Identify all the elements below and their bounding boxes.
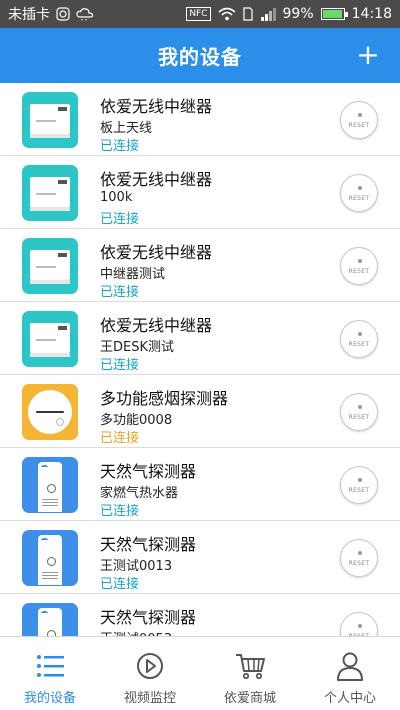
device-row[interactable]: 多功能感烟探测器 多功能0008 已连接 RESET [0,375,400,448]
device-name: 天然气探测器 [100,462,197,481]
device-alias: 多功能0008 [100,413,173,428]
device-alias: 王测试0013 [100,559,173,574]
device-name: 天然气探测器 [100,535,197,554]
nav-item-3[interactable]: 个人中心 [300,637,400,710]
person-icon [334,651,366,681]
status-bar: 未插卡 NFC 99% 14:18 [0,0,400,28]
sync-icon [56,7,70,21]
nav-item-1[interactable]: 视频监控 [100,637,200,710]
title-bar: 我的设备 + [0,28,400,83]
nav-label: 我的设备 [23,691,76,706]
reset-label: RESET [348,560,370,567]
gas-detector-icon [22,457,78,513]
clock: 14:18 [351,6,392,22]
reset-button[interactable]: RESET [340,466,378,504]
reset-button[interactable]: RESET [340,612,378,636]
device-name: 依爱无线中继器 [100,316,213,335]
signal-icon [260,8,276,21]
reset-button[interactable]: RESET [340,539,378,577]
device-status: 已连接 [100,577,140,592]
add-device-button[interactable]: + [354,39,382,71]
device-status: 已连接 [100,504,140,519]
device-alias: 王测试0053 [100,628,172,636]
device-list-icon [34,651,66,681]
reset-dot-icon [358,624,362,628]
reset-label: RESET [348,268,370,275]
device-name: 依爱无线中继器 [100,243,213,262]
device-alias: 王DESK测试 [100,340,175,355]
reset-dot-icon [358,551,362,555]
repeater-icon [22,165,78,221]
battery-percent: 99% [282,6,314,22]
reset-dot-icon [358,186,362,190]
device-status: 已连接 [100,431,140,446]
reset-dot-icon [358,113,362,117]
device-name: 依爱无线中继器 [100,170,213,189]
reset-dot-icon [358,405,362,409]
device-row[interactable]: 天然气探测器 王测试0013 已连接 RESET [0,521,400,594]
sim-icon [242,7,253,21]
reset-button[interactable]: RESET [340,320,378,358]
device-alias: 板上天线 [100,121,153,136]
device-alias: 家燃气热水器 [100,486,179,501]
device-status: 已连接 [100,139,140,154]
cart-icon [234,651,266,681]
nav-label: 依爱商城 [223,691,276,706]
device-row[interactable]: 依爱无线中继器 王DESK测试 已连接 RESET [0,302,400,375]
repeater-icon [22,311,78,367]
reset-dot-icon [358,332,362,336]
reset-button[interactable]: RESET [340,101,378,139]
gas-detector-icon [22,530,78,586]
nfc-icon: NFC [186,7,211,21]
device-name: 天然气探测器 [100,608,197,627]
reset-label: RESET [348,341,370,348]
app-root: 未插卡 NFC 99% 14:18 我的设备 + 依爱无线中继器 板上天线 已连… [0,0,400,710]
repeater-icon [22,238,78,294]
nav-item-0[interactable]: 我的设备 [0,637,100,710]
device-alias: 中继器测试 [100,267,166,282]
gas-detector-icon [22,603,78,636]
device-name: 依爱无线中继器 [100,97,213,116]
device-row[interactable]: 依爱无线中继器 100k 已连接 RESET [0,156,400,229]
reset-label: RESET [348,487,370,494]
reset-button[interactable]: RESET [340,247,378,285]
smoke-detector-icon [22,384,78,440]
device-name: 多功能感烟探测器 [100,389,229,408]
device-row[interactable]: 天然气探测器 王测试0053 RESET [0,594,400,636]
device-status: 已连接 [100,212,140,227]
cloud-icon [76,8,94,21]
reset-label: RESET [348,414,370,421]
reset-dot-icon [358,259,362,263]
page-title: 我的设备 [158,45,242,69]
device-list: 依爱无线中继器 板上天线 已连接 RESET 依爱无线中继器 100k 已连接 … [0,83,400,636]
repeater-icon [22,92,78,148]
device-alias: 100k [100,190,133,205]
wifi-icon [217,7,236,21]
play-icon [134,651,166,681]
reset-dot-icon [358,478,362,482]
bottom-nav: 我的设备 视频监控 依爱商城 个人中心 [0,636,400,710]
reset-label: RESET [348,122,370,129]
device-status: 已连接 [100,358,140,373]
reset-button[interactable]: RESET [340,393,378,431]
reset-label: RESET [348,195,370,202]
device-row[interactable]: 天然气探测器 家燃气热水器 已连接 RESET [0,448,400,521]
battery-icon [320,8,348,20]
nav-label: 个人中心 [323,691,376,706]
device-status: 已连接 [100,285,140,300]
device-row[interactable]: 依爱无线中继器 板上天线 已连接 RESET [0,83,400,156]
device-row[interactable]: 依爱无线中继器 中继器测试 已连接 RESET [0,229,400,302]
carrier-text: 未插卡 [8,7,50,23]
reset-button[interactable]: RESET [340,174,378,212]
nav-item-2[interactable]: 依爱商城 [200,637,300,710]
nav-label: 视频监控 [123,691,176,706]
